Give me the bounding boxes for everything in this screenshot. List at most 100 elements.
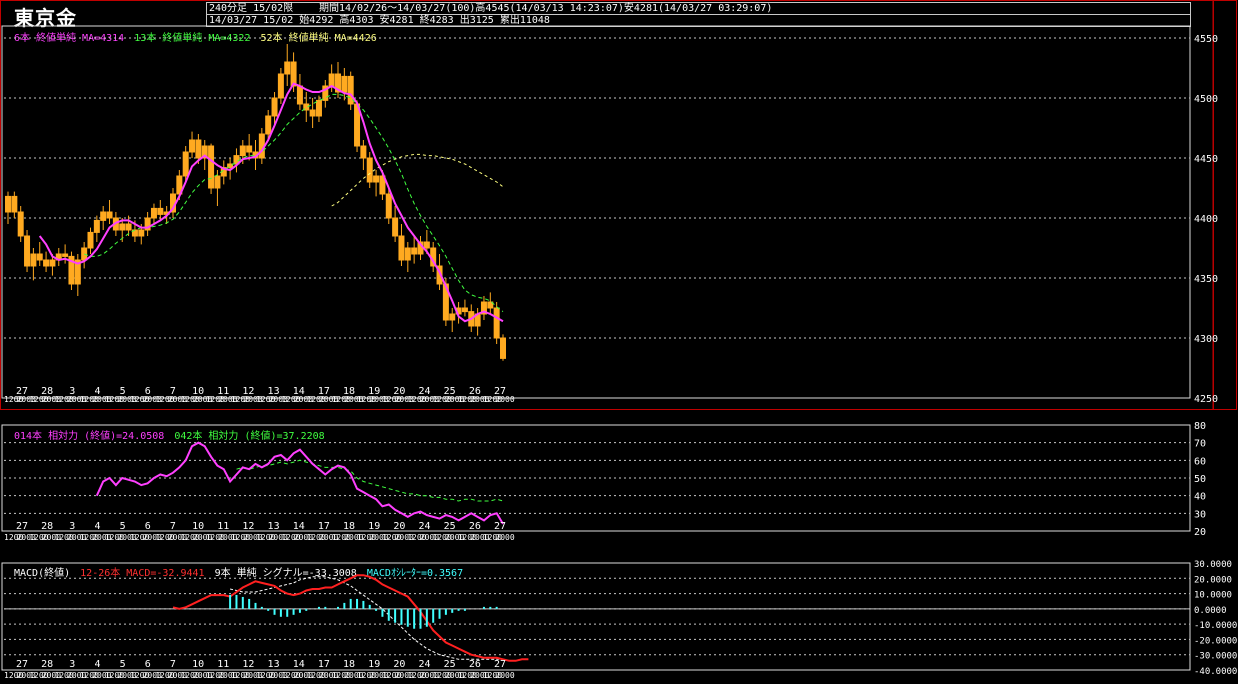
date-label: 28	[41, 659, 53, 670]
candle-down	[17, 211, 24, 237]
date-label: 6	[145, 659, 151, 670]
date-label: 4	[94, 521, 100, 532]
candle-up	[277, 73, 284, 99]
y-tick-label: 60	[1194, 456, 1206, 467]
y-tick-label: 4400	[1194, 214, 1218, 225]
candle-up	[214, 175, 221, 189]
y-tick-label: 4500	[1194, 94, 1218, 105]
date-label: 27	[494, 521, 506, 532]
candle-down	[246, 145, 253, 153]
date-label: 12	[242, 521, 254, 532]
candle-up	[271, 97, 278, 117]
candle-up	[284, 61, 291, 75]
date-label: 17	[318, 521, 330, 532]
macd-line	[172, 574, 529, 662]
candle-up	[81, 247, 88, 261]
rsi14-line	[95, 441, 504, 525]
date-label: 19	[368, 521, 380, 532]
date-label: 12	[242, 659, 254, 670]
ma52-line	[331, 153, 504, 207]
date-label: 18	[343, 521, 355, 532]
axis-labels: 455045004450440043504300425027 28 3 4 5 6 7 10 1…	[4, 34, 1237, 680]
candle-down	[195, 139, 202, 159]
candle-down	[360, 145, 367, 159]
candle-down	[106, 211, 113, 219]
y-tick-label: 20	[1194, 527, 1206, 538]
candle-down	[493, 307, 500, 339]
y-tick-label: 0.0000	[1194, 606, 1227, 616]
candle-down	[423, 241, 430, 249]
series-lines	[38, 82, 529, 662]
date-label: 24	[419, 521, 431, 532]
candle-down	[24, 235, 31, 267]
candle-up	[100, 211, 107, 221]
y-tick-label: 40	[1194, 492, 1206, 503]
candle-down	[366, 157, 373, 183]
date-label: 7	[170, 659, 176, 670]
panel-frames	[0, 0, 1237, 671]
y-tick-label: -40.0000	[1194, 667, 1237, 677]
date-label: 27	[16, 521, 28, 532]
date-label: 5	[120, 521, 126, 532]
date-label: 27	[16, 659, 28, 670]
chart-canvas: 455045004450440043504300425027 28 3 4 5 6 7 10 1…	[0, 0, 1237, 680]
date-label: 11	[217, 521, 229, 532]
signal-line	[229, 576, 503, 660]
date-label: 14	[293, 521, 305, 532]
date-label: 4	[94, 659, 100, 670]
date-label: 24	[419, 659, 431, 670]
candle-up	[49, 259, 56, 267]
candle-down	[500, 337, 506, 359]
candle-down	[411, 247, 418, 255]
y-tick-label: 4250	[1194, 394, 1218, 405]
y-tick-label: 4450	[1194, 154, 1218, 165]
candle-down	[157, 207, 164, 215]
date-label: 26	[469, 659, 481, 670]
date-label: 28	[41, 521, 53, 532]
y-tick-label: 80	[1194, 421, 1206, 432]
candle-up	[315, 99, 322, 117]
candle-up	[119, 223, 126, 231]
y-tick-label: 4350	[1194, 274, 1218, 285]
candle-down	[385, 193, 392, 219]
y-tick-label: -20.0000	[1194, 636, 1237, 646]
candle-up	[5, 195, 11, 213]
candle-down	[62, 253, 69, 257]
candle-up	[328, 73, 335, 87]
candle-up	[30, 253, 37, 267]
y-tick-label: 4550	[1194, 34, 1218, 45]
date-label: 5	[120, 659, 126, 670]
date-label: 20	[393, 659, 405, 670]
date-label: 6	[145, 521, 151, 532]
y-tick-label: 30.0000	[1194, 560, 1232, 570]
y-tick-label: -10.0000	[1194, 621, 1237, 631]
date-label: 17	[318, 659, 330, 670]
date-label: 10	[192, 521, 204, 532]
candle-up	[404, 247, 411, 261]
y-tick-label: 50	[1194, 474, 1206, 485]
candle-up	[182, 151, 189, 177]
date-label: 3	[69, 521, 75, 532]
candle-up	[239, 145, 246, 157]
date-label: 14	[293, 659, 305, 670]
date-label: 25	[444, 521, 456, 532]
candlesticks	[5, 44, 506, 361]
candle-down	[392, 217, 399, 237]
date-label: 7	[170, 521, 176, 532]
date-label: 27	[494, 659, 506, 670]
date-label: 13	[268, 521, 280, 532]
candle-up	[373, 175, 380, 183]
candle-up	[265, 115, 272, 135]
date-label: 11	[217, 659, 229, 670]
y-tick-label: 4300	[1194, 334, 1218, 345]
price-panel-border	[0, 0, 1237, 410]
candle-down	[290, 61, 297, 87]
candle-down	[43, 259, 50, 267]
macd-histogram	[229, 594, 498, 629]
candle-up	[138, 229, 145, 237]
time-label: 2000	[495, 395, 514, 404]
candle-down	[208, 145, 215, 189]
candle-up	[87, 231, 94, 249]
panel-frame	[1, 25, 1191, 399]
candle-down	[11, 195, 18, 213]
